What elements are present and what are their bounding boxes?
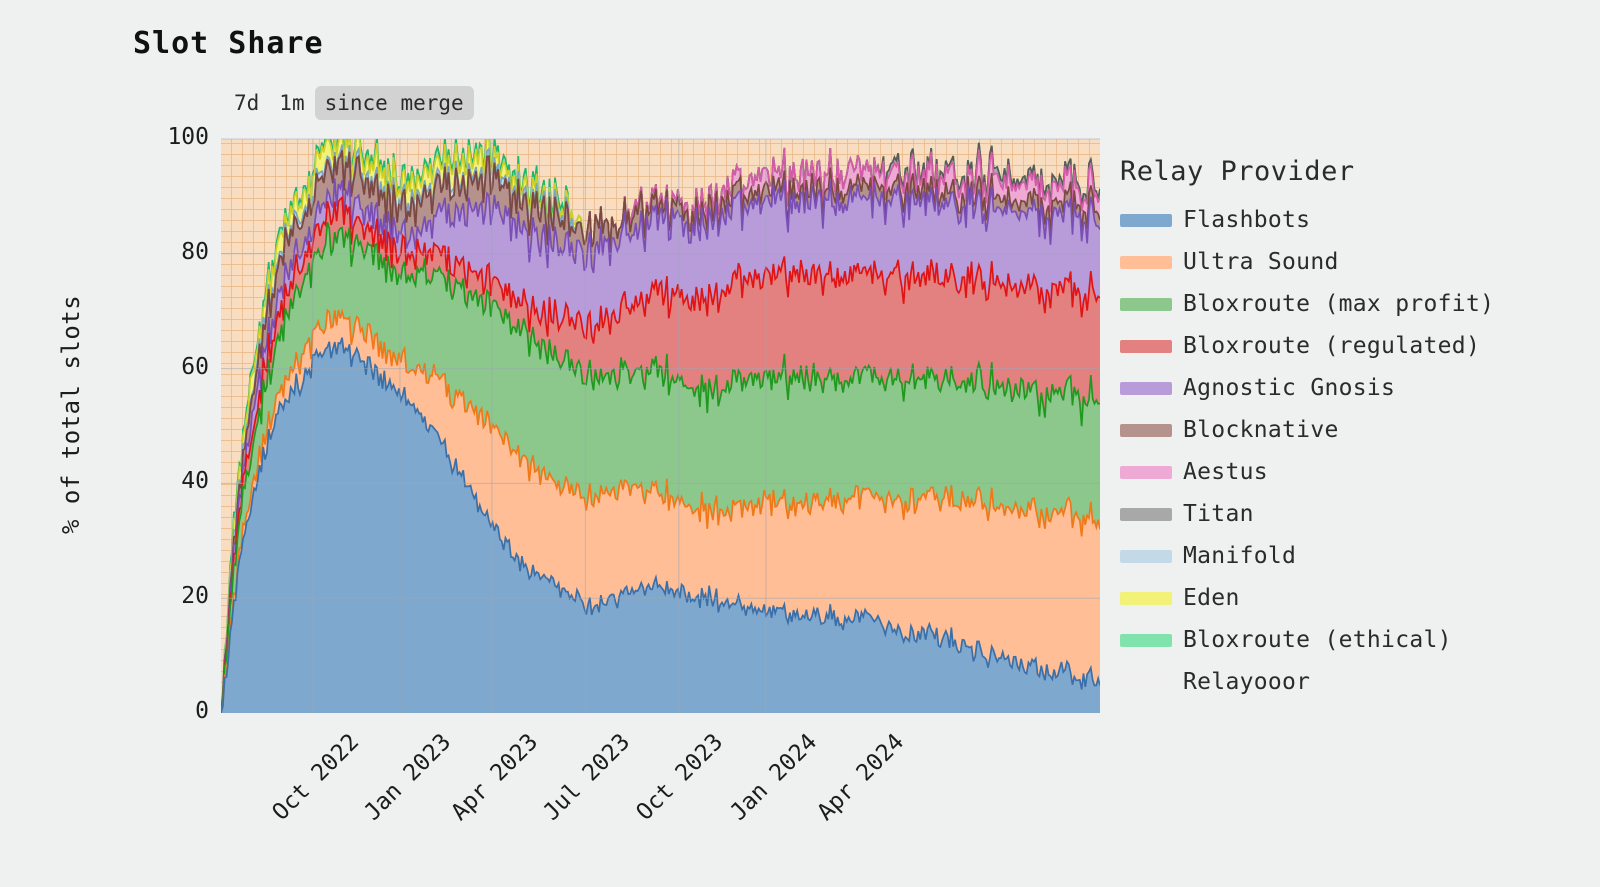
legend-label: Bloxroute (max profit) — [1183, 291, 1495, 317]
legend-item[interactable]: Titan — [1120, 493, 1590, 535]
area-series-outline — [221, 147, 1100, 713]
area-series — [221, 147, 1100, 713]
legend-swatch-icon — [1120, 255, 1172, 269]
legend-label: Bloxroute (ethical) — [1183, 627, 1452, 653]
legend-swatch-icon — [1120, 339, 1172, 353]
plot-background-hatch — [221, 139, 1100, 713]
legend-item[interactable]: Ultra Sound — [1120, 241, 1590, 283]
y-axis-title: % of total slots — [57, 294, 85, 534]
legend-item[interactable]: Agnostic Gnosis — [1120, 367, 1590, 409]
legend-item[interactable]: Eden — [1120, 577, 1590, 619]
area-series — [221, 222, 1100, 713]
legend-swatch-icon — [1120, 549, 1172, 563]
x-axis-tick-label: Apr 2023 — [446, 729, 544, 826]
legend-swatch-icon — [1120, 213, 1172, 227]
range-button-1m[interactable]: 1m — [269, 86, 314, 120]
y-axis-tick-label: 20 — [181, 583, 209, 610]
x-axis-tick-label: Jul 2023 — [538, 729, 636, 826]
area-series — [221, 139, 1100, 713]
legend-item[interactable]: Aestus — [1120, 451, 1590, 493]
area-series — [221, 142, 1100, 713]
area-series-outline — [221, 195, 1100, 713]
area-series-outline — [221, 142, 1100, 713]
area-series — [221, 150, 1100, 713]
area-series-outline — [221, 221, 1100, 713]
legend-label: Ultra Sound — [1183, 249, 1339, 275]
y-axis-tick-label: 60 — [181, 353, 209, 380]
area-series — [221, 178, 1100, 713]
legend-label: Flashbots — [1183, 207, 1311, 233]
area-series-outline — [221, 139, 1100, 713]
legend-swatch-icon — [1120, 465, 1172, 479]
area-series — [221, 197, 1100, 713]
legend-label: Titan — [1183, 501, 1254, 527]
y-axis-tick-label: 0 — [195, 698, 209, 724]
area-series-outline — [221, 139, 1100, 713]
x-axis-tick-label: Jan 2023 — [359, 729, 457, 826]
legend-item[interactable]: Bloxroute (regulated) — [1120, 325, 1590, 367]
area-series-outline — [221, 150, 1100, 713]
legend-label: Eden — [1183, 585, 1240, 611]
legend-swatch-icon — [1120, 381, 1172, 395]
legend-item[interactable]: Bloxroute (ethical) — [1120, 619, 1590, 661]
legend-item[interactable]: Flashbots — [1120, 199, 1590, 241]
area-series-outline — [221, 178, 1100, 713]
y-axis-tick-label: 40 — [181, 468, 209, 495]
page-title: Slot Share — [133, 26, 324, 61]
legend-title: Relay Provider — [1120, 156, 1355, 187]
range-button-7d[interactable]: 7d — [224, 86, 269, 120]
legend-swatch-icon — [1120, 591, 1172, 605]
area-series — [221, 337, 1100, 713]
legend-label: Relayooor — [1183, 669, 1311, 695]
range-selector[interactable]: 7d 1m since merge — [224, 86, 474, 120]
y-axis-tick-label: 100 — [167, 124, 209, 150]
chart-legend: Relay Provider Flashbots Ultra Sound Bloxr… — [1120, 156, 1590, 703]
legend-label: Aestus — [1183, 459, 1268, 485]
legend-label: Agnostic Gnosis — [1183, 375, 1396, 401]
area-series-outline — [221, 337, 1100, 713]
y-axis-tick-label: 80 — [181, 238, 209, 265]
legend-item[interactable]: Relayooor — [1120, 661, 1590, 703]
area-series-outline — [221, 139, 1100, 713]
x-axis-tick-label: Jan 2024 — [725, 729, 822, 826]
legend-item[interactable]: Bloxroute (max profit) — [1120, 283, 1590, 325]
range-button-since-merge[interactable]: since merge — [314, 86, 474, 120]
area-series-outline — [221, 308, 1100, 713]
legend-label: Manifold — [1183, 543, 1297, 569]
legend-swatch-icon — [1120, 507, 1172, 521]
legend-swatch-icon — [1120, 297, 1172, 311]
x-axis-tick-label: Apr 2024 — [812, 729, 910, 826]
area-series — [221, 139, 1100, 713]
area-series — [221, 139, 1100, 713]
x-axis-tick-label: Oct 2023 — [631, 729, 729, 826]
legend-item[interactable]: Blocknative — [1120, 409, 1590, 451]
legend-label: Bloxroute (regulated) — [1183, 333, 1481, 359]
area-series-outline — [221, 142, 1100, 713]
legend-swatch-icon — [1120, 423, 1172, 437]
area-series — [221, 310, 1100, 713]
gridlines — [221, 138, 1100, 713]
x-axis-tick-label: Oct 2022 — [267, 729, 365, 826]
legend-item[interactable]: Manifold — [1120, 535, 1590, 577]
legend-label: Blocknative — [1183, 417, 1339, 443]
legend-swatch-icon — [1120, 633, 1172, 647]
legend-swatch-icon — [1120, 675, 1172, 689]
area-series — [221, 142, 1100, 713]
